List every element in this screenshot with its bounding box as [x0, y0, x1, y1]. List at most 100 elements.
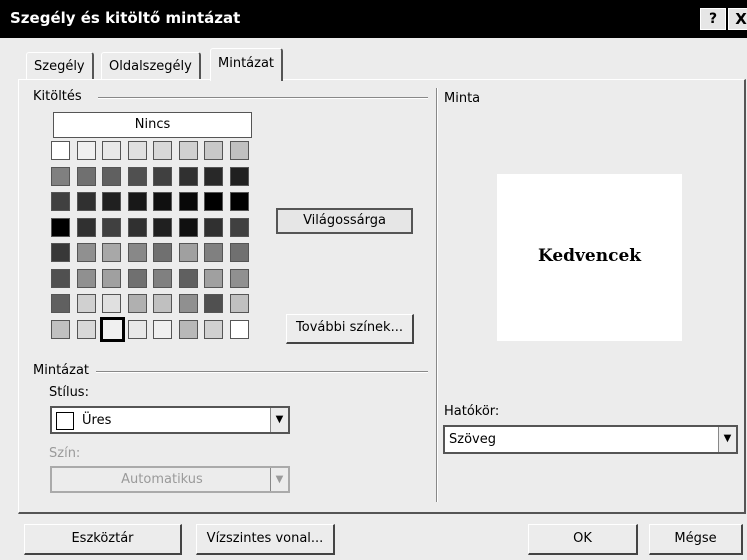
color-swatch[interactable]	[102, 141, 121, 160]
color-swatch[interactable]	[51, 192, 70, 211]
color-swatch[interactable]	[51, 268, 70, 288]
style-label: Stílus:	[49, 385, 89, 400]
color-swatch[interactable]	[102, 192, 121, 211]
color-swatch[interactable]	[127, 294, 147, 313]
tab-border-label: Szegély	[34, 59, 85, 74]
color-swatch[interactable]	[153, 166, 172, 186]
color-swatch[interactable]	[51, 243, 70, 262]
ok-button[interactable]: OK	[528, 524, 638, 555]
tab-shading[interactable]: Mintázat	[210, 48, 284, 81]
color-swatch[interactable]	[178, 141, 198, 160]
color-swatch[interactable]	[204, 166, 223, 186]
color-swatch[interactable]	[229, 217, 249, 237]
color-swatch[interactable]	[76, 268, 96, 288]
color-palette	[51, 141, 256, 343]
cancel-button[interactable]: Mégse	[649, 524, 743, 555]
ok-label: OK	[573, 531, 592, 546]
color-swatch[interactable]	[127, 192, 147, 211]
color-swatch[interactable]	[178, 294, 198, 313]
tab-page-border-label: Oldalszegély	[109, 59, 192, 74]
close-button[interactable]: X	[728, 8, 747, 30]
color-swatch[interactable]	[229, 319, 249, 339]
more-colors-button[interactable]: További színek...	[286, 314, 414, 344]
color-swatch[interactable]	[153, 217, 172, 237]
color-swatch[interactable]	[127, 268, 147, 288]
color-swatch[interactable]	[127, 166, 147, 186]
tab-shading-label: Mintázat	[218, 56, 275, 71]
color-swatch[interactable]	[76, 141, 96, 160]
color-swatch[interactable]	[51, 294, 70, 313]
color-swatch[interactable]	[204, 243, 223, 262]
color-swatch[interactable]	[127, 217, 147, 237]
color-swatch[interactable]	[204, 319, 223, 339]
title-bar: Szegély és kitöltő mintázat ? X	[0, 0, 747, 38]
preview-sample-text: Kedvencek	[537, 246, 642, 266]
color-swatch[interactable]	[178, 243, 198, 262]
color-swatch[interactable]	[204, 294, 223, 313]
chevron-down-icon[interactable]: ▼	[270, 468, 288, 491]
color-swatch[interactable]	[76, 217, 96, 237]
color-swatch[interactable]	[102, 217, 121, 237]
color-swatch[interactable]	[229, 268, 249, 288]
color-select[interactable]: Automatikus ▼	[50, 466, 290, 493]
more-colors-label: További színek...	[296, 320, 403, 335]
help-button[interactable]: ?	[700, 8, 726, 30]
tab-page-border[interactable]: Oldalszegély	[101, 52, 201, 80]
toolbar-button-label: Eszköztár	[71, 531, 134, 546]
pattern-group-label: Mintázat	[33, 363, 94, 378]
color-label: Szín:	[49, 446, 81, 461]
color-swatch[interactable]	[51, 166, 70, 186]
no-fill-button[interactable]: Nincs	[53, 112, 252, 138]
color-swatch[interactable]	[229, 192, 249, 211]
color-swatch[interactable]	[51, 319, 70, 339]
color-swatch[interactable]	[153, 243, 172, 262]
color-swatch[interactable]	[178, 192, 198, 211]
color-swatch[interactable]	[178, 319, 198, 339]
color-swatch[interactable]	[204, 217, 223, 237]
color-swatch[interactable]	[102, 268, 121, 288]
color-swatch[interactable]	[178, 268, 198, 288]
fill-group-line	[98, 97, 428, 99]
color-swatch[interactable]	[102, 243, 121, 262]
color-swatch[interactable]	[153, 294, 172, 313]
color-swatch[interactable]	[102, 166, 121, 186]
color-swatch[interactable]	[153, 141, 172, 160]
color-swatch[interactable]	[127, 319, 147, 339]
preview-group-label: Minta	[444, 91, 481, 106]
color-swatch[interactable]	[51, 141, 70, 160]
color-swatch[interactable]	[76, 243, 96, 262]
color-value: Automatikus	[121, 472, 203, 487]
style-swatch	[56, 412, 74, 430]
color-swatch[interactable]	[76, 166, 96, 186]
cancel-label: Mégse	[674, 531, 717, 546]
color-swatch[interactable]	[229, 294, 249, 313]
color-swatch[interactable]	[229, 243, 249, 262]
style-select[interactable]: Üres ▼	[50, 406, 290, 434]
color-swatch[interactable]	[204, 141, 223, 160]
color-swatch[interactable]	[178, 166, 198, 186]
color-swatch[interactable]	[127, 243, 147, 262]
color-swatch[interactable]	[127, 141, 147, 160]
color-swatch[interactable]	[229, 141, 249, 160]
color-swatch[interactable]	[76, 294, 96, 313]
color-swatch[interactable]	[102, 294, 121, 313]
window-title: Szegély és kitöltő mintázat	[10, 9, 241, 27]
color-swatch[interactable]	[76, 192, 96, 211]
color-swatch[interactable]	[229, 166, 249, 186]
color-swatch[interactable]	[153, 192, 172, 211]
chevron-down-icon[interactable]: ▼	[270, 408, 288, 432]
color-swatch[interactable]	[178, 217, 198, 237]
color-swatch[interactable]	[51, 217, 70, 237]
toolbar-button[interactable]: Eszköztár	[24, 524, 182, 555]
color-swatch[interactable]	[204, 268, 223, 288]
color-swatch[interactable]	[153, 319, 172, 339]
chevron-down-icon[interactable]: ▼	[718, 427, 736, 452]
color-swatch[interactable]	[153, 268, 172, 288]
color-swatch[interactable]	[204, 192, 223, 211]
tab-border[interactable]: Szegély	[26, 52, 94, 80]
horizontal-line-button[interactable]: Vízszintes vonal...	[196, 524, 335, 555]
fill-group-label: Kitöltés	[33, 89, 86, 104]
scope-select[interactable]: Szöveg ▼	[443, 425, 738, 454]
color-swatch[interactable]	[100, 316, 125, 342]
color-swatch[interactable]	[76, 319, 96, 339]
